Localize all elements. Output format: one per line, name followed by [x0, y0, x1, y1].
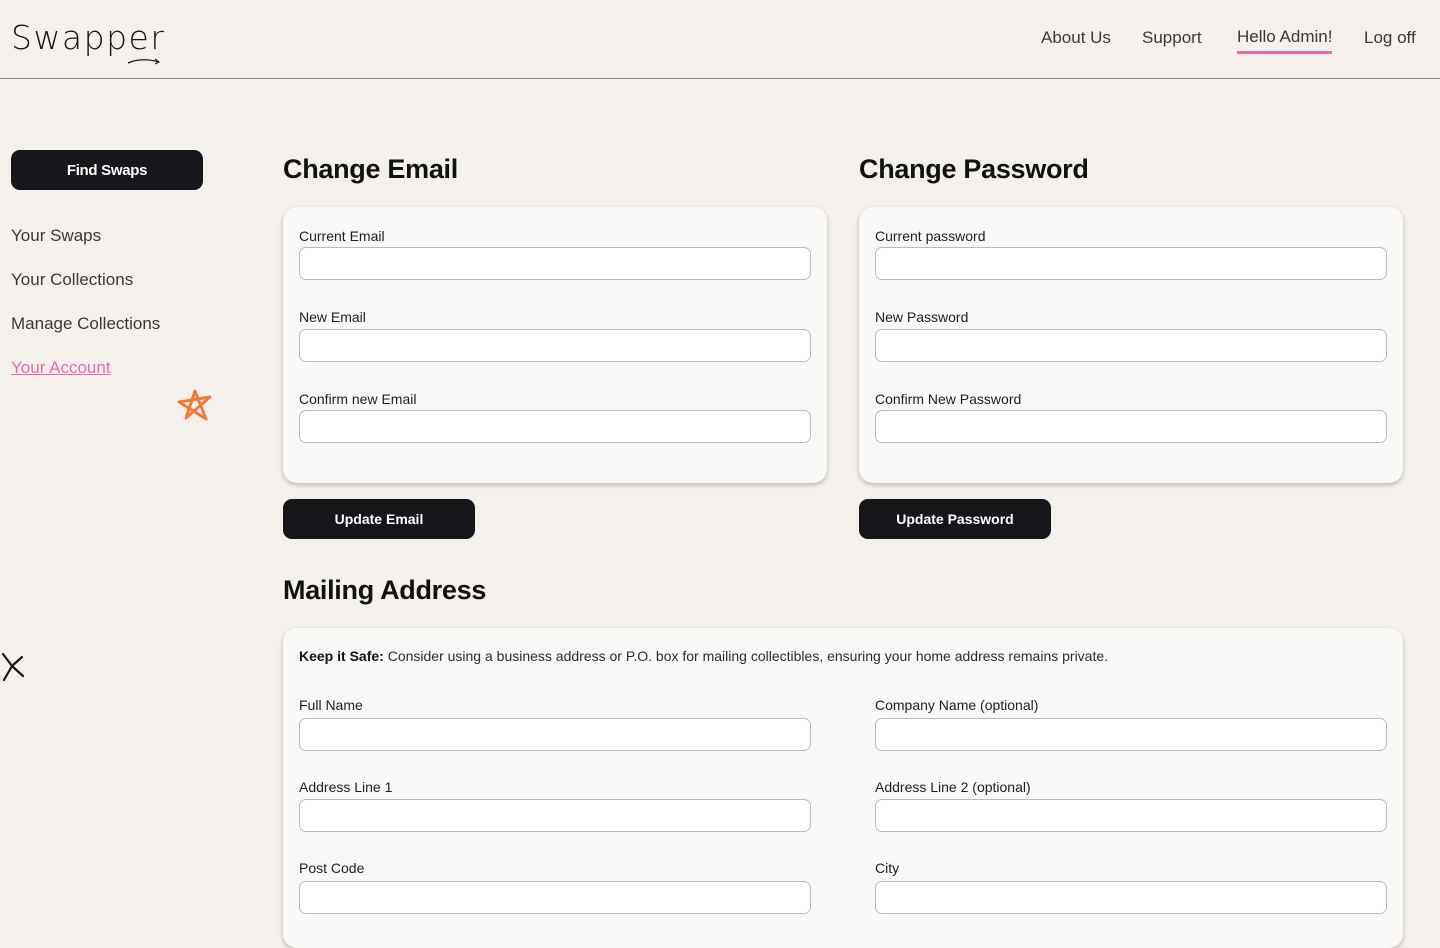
nav-log-off[interactable]: Log off: [1364, 28, 1416, 48]
privacy-notice-text: Consider using a business address or P.O…: [383, 648, 1109, 664]
logo-swoosh-icon: [127, 58, 161, 65]
privacy-notice-bold: Keep it Safe:: [299, 648, 384, 664]
change-password-title: Change Password: [859, 154, 1089, 184]
full-name-label: Full Name: [299, 697, 363, 713]
sidebar-item-your-collections[interactable]: Your Collections: [11, 270, 133, 290]
privacy-notice: Keep it Safe: Consider using a business …: [299, 648, 1108, 664]
app-logo[interactable]: Swapper: [11, 18, 165, 57]
confirm-password-input[interactable]: [875, 410, 1387, 443]
current-email-input[interactable]: [299, 247, 811, 280]
post-code-input[interactable]: [299, 881, 811, 914]
find-swaps-button[interactable]: Find Swaps: [11, 150, 203, 190]
address-line-1-label: Address Line 1: [299, 779, 393, 795]
current-password-input[interactable]: [875, 247, 1387, 280]
sidebar-item-your-swaps[interactable]: Your Swaps: [11, 226, 101, 246]
address-line-2-input[interactable]: [875, 799, 1387, 832]
sparkle-icon: [1, 652, 25, 682]
change-email-title: Change Email: [283, 154, 458, 184]
new-email-label: New Email: [299, 309, 366, 325]
change-email-card: Current Email New Email Confirm new Emai…: [283, 207, 827, 483]
new-password-label: New Password: [875, 309, 969, 325]
post-code-label: Post Code: [299, 860, 365, 876]
mailing-address-card: Keep it Safe: Consider using a business …: [283, 628, 1403, 948]
confirm-email-label: Confirm new Email: [299, 391, 417, 407]
top-header: Swapper About Us Support Hello Admin! Lo…: [0, 0, 1440, 79]
current-email-label: Current Email: [299, 228, 385, 244]
change-password-card: Current password New Password Confirm Ne…: [859, 207, 1403, 483]
nav-about-us[interactable]: About Us: [1041, 28, 1111, 48]
confirm-email-input[interactable]: [299, 410, 811, 443]
city-input[interactable]: [875, 881, 1387, 914]
update-email-button[interactable]: Update Email: [283, 499, 475, 539]
nav-hello-admin[interactable]: Hello Admin!: [1237, 27, 1333, 54]
current-password-label: Current password: [875, 228, 986, 244]
city-label: City: [875, 860, 900, 876]
nav-support[interactable]: Support: [1142, 28, 1202, 48]
star-doodle-icon: [177, 389, 212, 421]
company-name-input[interactable]: [875, 718, 1387, 751]
address-line-2-label: Address Line 2 (optional): [875, 779, 1031, 795]
address-line-1-input[interactable]: [299, 799, 811, 832]
update-password-button[interactable]: Update Password: [859, 499, 1051, 539]
new-password-input[interactable]: [875, 329, 1387, 362]
new-email-input[interactable]: [299, 329, 811, 362]
sidebar-item-your-account[interactable]: Your Account: [11, 358, 111, 378]
mailing-address-title: Mailing Address: [283, 575, 487, 605]
full-name-input[interactable]: [299, 718, 811, 751]
sidebar-item-manage-collections[interactable]: Manage Collections: [11, 314, 160, 334]
company-name-label: Company Name (optional): [875, 697, 1039, 713]
confirm-password-label: Confirm New Password: [875, 391, 1022, 407]
